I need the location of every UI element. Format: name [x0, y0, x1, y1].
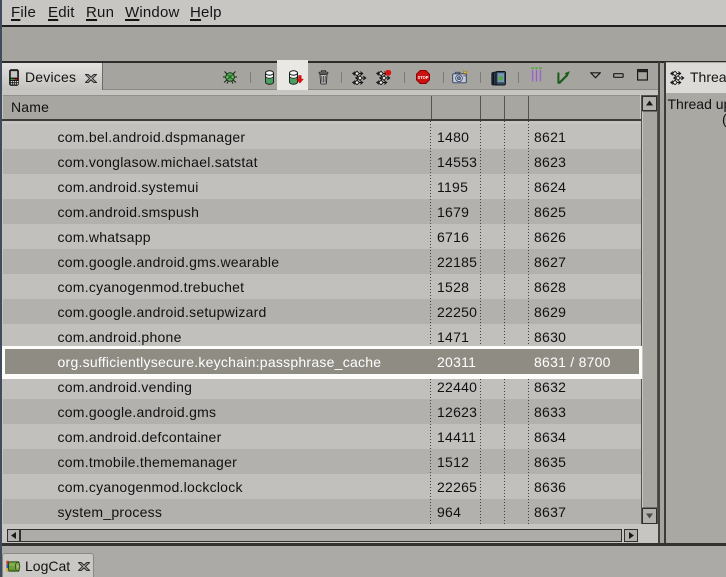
- svg-text:STOP: STOP: [418, 75, 429, 80]
